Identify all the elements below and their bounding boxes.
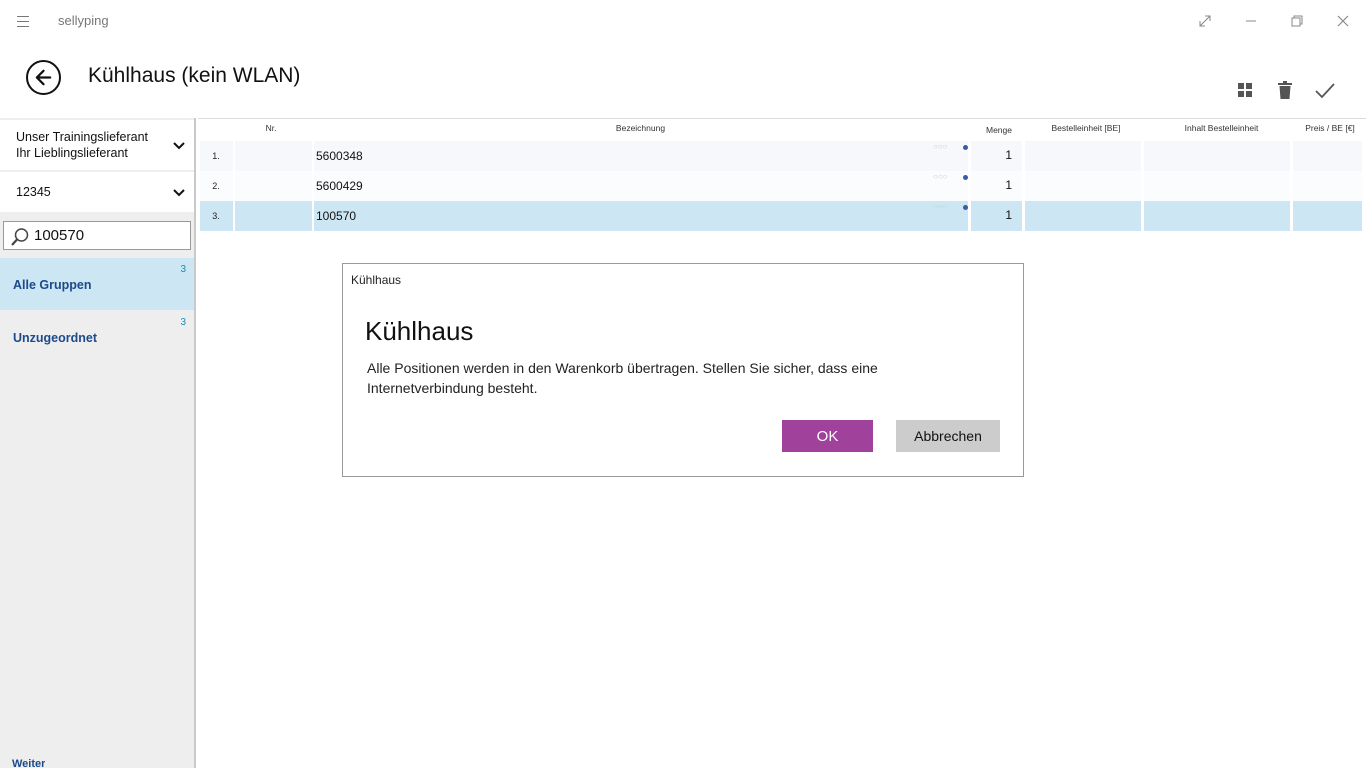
column-header-inhalt[interactable]: Inhalt Bestelleinheit [1164,123,1279,133]
cell-be [1025,141,1141,171]
cell-nr [235,171,312,201]
cancel-button[interactable]: Abbrechen [896,420,1000,452]
table-row-selected[interactable]: 3. 100570 ○○○ 1 [200,201,1362,231]
search-box [3,221,191,250]
cell-desc-bg [314,171,968,201]
cell-inhalt [1144,201,1290,231]
group-name: Alle Gruppen [13,278,92,292]
confirm-dialog: Kühlhaus Kühlhaus Alle Positionen werden… [342,263,1024,477]
column-header-bestelleinheit[interactable]: Bestelleinheit [BE] [1036,123,1136,133]
ok-button[interactable]: OK [782,420,873,452]
cell-preis [1293,201,1362,231]
column-header-preis[interactable]: Preis / BE [€] [1298,123,1362,133]
sidebar: Unser Trainingslieferant Ihr Lieblingsli… [0,118,196,768]
status-dot-icon [963,175,968,180]
cell-desc-bg [314,201,968,231]
status-dots-icon: ○○○ [933,172,948,181]
dialog-message: Alle Positionen werden in den Warenkorb … [367,360,878,396]
group-name: Unzugeordnet [13,331,98,345]
cell-inhalt [1144,141,1290,171]
row-bezeichnung: 5600429 [316,179,363,193]
status-dot-icon [963,205,968,210]
cell-inhalt [1144,171,1290,201]
cell-nr [235,141,312,171]
page-title: Kühlhaus (kein WLAN) [88,64,301,87]
row-index: 2. [212,181,220,191]
arrow-left-icon [35,69,52,86]
table-row[interactable]: 2. 5600429 ○○○ 1 [200,171,1362,201]
chevron-down-icon [173,142,185,150]
group-item-alle-gruppen[interactable]: 3 Alle Gruppen [0,258,194,310]
checkmark-icon[interactable] [1313,78,1337,102]
search-icon [11,228,29,246]
status-dots-icon: ○○○ [933,142,948,151]
row-menge[interactable]: 1 [970,178,1022,192]
status-dot-icon [963,145,968,150]
column-header-nr[interactable]: Nr. [256,123,286,133]
supplier-name: Unser Trainingslieferant [16,130,149,144]
row-bezeichnung: 100570 [316,209,357,223]
search-input[interactable] [34,225,184,246]
title-bar: sellyping [0,0,1366,42]
trash-icon[interactable] [1273,78,1297,102]
cell-desc-bg [314,141,968,171]
supplier-select[interactable]: Unser Trainingslieferant Ihr Lieblingsli… [0,120,194,170]
restore-icon[interactable] [1285,9,1309,33]
cell-nr [235,201,312,231]
dialog-caption: Kühlhaus [351,273,402,287]
sidebar-cut-off-text: Weiter [12,758,46,768]
row-bezeichnung: 5600348 [316,149,363,163]
account-number: 12345 [16,185,51,199]
row-menge[interactable]: 1 [970,148,1022,162]
supplier-subtitle: Ihr Lieblingslieferant [16,146,128,160]
account-select[interactable]: 12345 [0,172,194,212]
group-count: 3 [180,317,186,328]
row-index: 3. [212,211,220,221]
app-title: sellyping [58,13,109,28]
group-count: 3 [180,264,186,275]
group-item-unzugeordnet[interactable]: 3 Unzugeordnet [0,311,194,363]
cell-preis [1293,141,1362,171]
column-header-menge[interactable]: Menge [978,125,1020,135]
cell-be [1025,201,1141,231]
cell-preis [1293,171,1362,201]
row-menge[interactable]: 1 [970,208,1022,222]
hamburger-menu-icon[interactable] [13,12,33,30]
close-icon[interactable] [1331,9,1355,33]
row-index: 1. [212,151,220,161]
chevron-down-icon [173,189,185,197]
grid-view-icon[interactable] [1233,78,1257,102]
fullscreen-icon[interactable] [1193,9,1217,33]
dialog-title: Kühlhaus [365,316,474,346]
cell-be [1025,171,1141,201]
table-row[interactable]: 1. 5600348 ○○○ 1 [200,141,1362,171]
status-dots-icon: ○○○ [933,202,948,211]
minimize-icon[interactable] [1239,9,1263,33]
back-button[interactable] [26,60,61,95]
column-header-bezeichnung[interactable]: Bezeichnung [598,123,683,133]
